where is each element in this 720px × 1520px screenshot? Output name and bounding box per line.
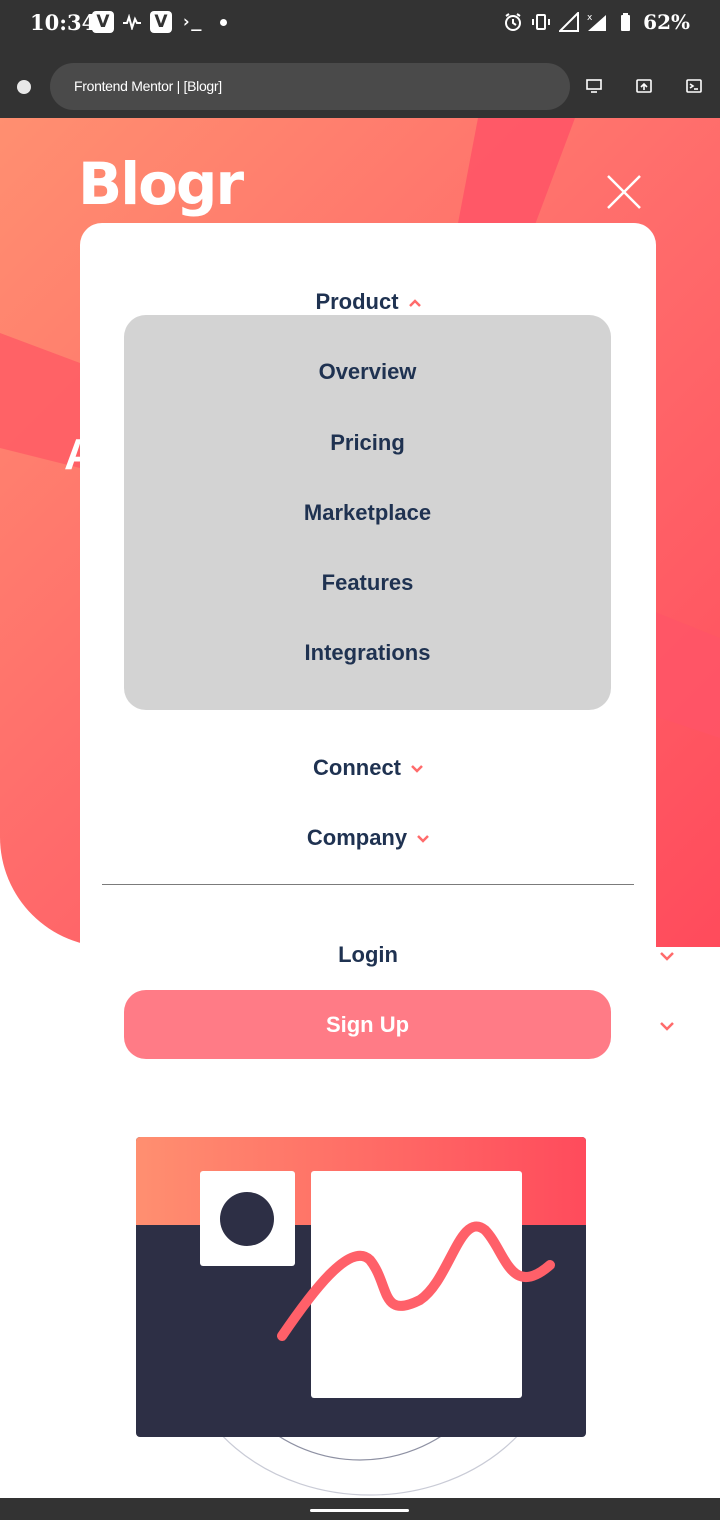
menu-item-company[interactable]: Company — [80, 825, 656, 851]
menu-item-label: Connect — [313, 755, 401, 780]
chevron-down-icon — [411, 765, 423, 773]
desktop-icon[interactable] — [586, 79, 602, 93]
editor-illustration — [136, 1137, 586, 1496]
status-right-icons: x 62% — [503, 10, 690, 34]
submenu-item-pricing[interactable]: Pricing — [124, 430, 611, 456]
pulse-icon — [123, 14, 141, 30]
chevron-down-icon — [417, 835, 430, 843]
chevron-up-icon — [408, 299, 421, 308]
close-icon[interactable] — [604, 172, 644, 212]
vivaldi-icon: V — [92, 11, 114, 33]
battery-percent: 62% — [643, 10, 690, 34]
submenu-item-integrations[interactable]: Integrations — [124, 640, 611, 666]
menu-item-connect[interactable]: Connect — [80, 755, 656, 781]
signal-icon — [559, 12, 580, 32]
terminal-icon: ›_ — [181, 12, 202, 32]
status-left-icons: V V ›_ — [92, 11, 228, 33]
terminal-icon[interactable] — [686, 79, 702, 93]
vivaldi-icon: V — [150, 11, 172, 33]
page-title: Frontend Mentor | [Blogr] — [74, 78, 222, 94]
system-nav-bar — [0, 1498, 720, 1520]
vibrate-icon — [532, 14, 551, 30]
menu-item-product[interactable]: Product — [80, 289, 656, 315]
login-link[interactable]: Login — [80, 942, 656, 968]
submenu-item-overview[interactable]: Overview — [124, 359, 611, 385]
chevron-down-icon — [660, 952, 674, 961]
signup-button[interactable]: Sign Up — [124, 990, 611, 1059]
logo[interactable]: Blogr — [78, 150, 244, 218]
signal-x-icon: x — [587, 13, 607, 31]
address-bar[interactable]: Frontend Mentor | [Blogr] — [50, 63, 570, 110]
chevron-down-icon — [660, 1022, 674, 1031]
browser-bar: Frontend Mentor | [Blogr] — [0, 46, 720, 118]
submenu-item-marketplace[interactable]: Marketplace — [124, 500, 611, 526]
svg-text:x: x — [587, 13, 593, 23]
mobile-menu: Product Overview Pricing Marketplace Fea… — [80, 223, 656, 1103]
status-bar: 10:34 V V ›_ x 62% — [0, 0, 720, 46]
submenu-item-features[interactable]: Features — [124, 570, 611, 596]
status-time: 10:34 — [30, 10, 97, 35]
product-submenu: Overview Pricing Marketplace Features In… — [124, 315, 611, 710]
alarm-icon — [505, 13, 522, 31]
dot-icon — [220, 18, 228, 26]
battery-icon — [621, 13, 631, 31]
menu-item-label: Product — [315, 289, 399, 314]
home-handle[interactable] — [310, 1509, 409, 1512]
share-icon[interactable] — [636, 79, 652, 93]
menu-item-label: Company — [306, 825, 408, 850]
site-info-icon[interactable] — [17, 80, 31, 94]
menu-divider — [102, 884, 634, 885]
